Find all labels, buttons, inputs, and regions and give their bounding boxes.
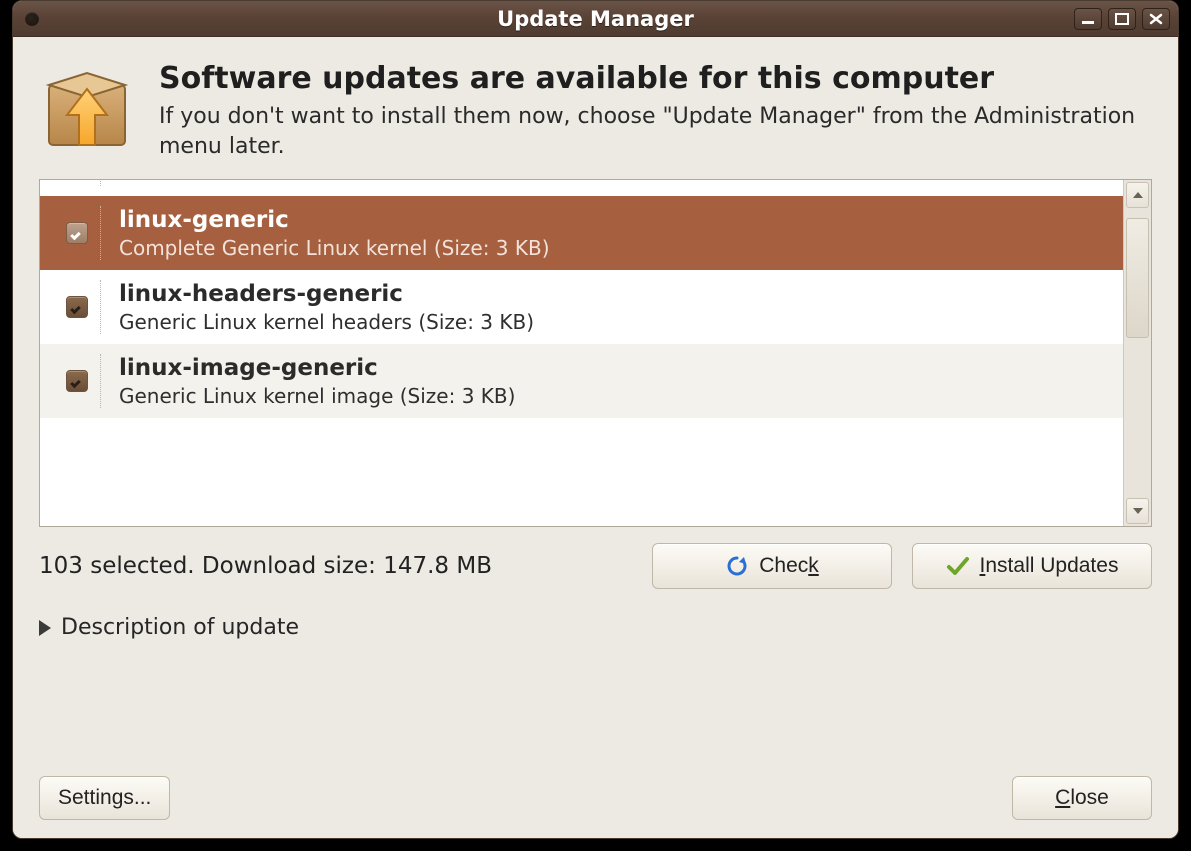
row-divider [100,280,101,334]
update-row[interactable]: linux-genericComplete Generic Linux kern… [40,196,1123,270]
window-title: Update Manager [13,7,1178,31]
package-description: Generic Linux kernel image (Size: 3 KB) [119,384,1113,408]
header-text: Software updates are available for this … [159,61,1152,161]
close-button-label: Close [1055,786,1109,810]
update-text-col: linux-headers-genericGeneric Linux kerne… [119,280,1113,334]
footer: Settings... Close [39,776,1152,820]
scrollbar-thumb[interactable] [1126,218,1149,338]
package-update-icon [39,61,135,157]
update-text-col: linux-genericComplete Generic Linux kern… [119,206,1113,260]
close-button-mnemonic: C [1055,786,1070,809]
window-menu-dot[interactable] [25,12,39,26]
update-row[interactable]: linux-image-genericGeneric Linux kernel … [40,344,1123,418]
description-expander[interactable]: Description of update [39,615,1152,640]
check-button[interactable]: Check [652,543,892,589]
update-manager-window: Update Manager [12,0,1179,839]
settings-button[interactable]: Settings... [39,776,170,820]
update-checkbox-col [54,296,100,318]
update-text-col: linux-image-genericGeneric Linux kernel … [119,354,1113,408]
update-row[interactable]: Samba winbind client library (Size: 101 … [40,180,1123,196]
expander-label: Description of update [61,615,299,640]
header: Software updates are available for this … [39,61,1152,161]
minimize-button[interactable] [1074,8,1102,30]
update-row[interactable]: linux-headers-genericGeneric Linux kerne… [40,270,1123,344]
package-description: Generic Linux kernel headers (Size: 3 KB… [119,310,1113,334]
vertical-scrollbar[interactable] [1123,180,1151,526]
update-list: Samba winbind client library (Size: 101 … [39,179,1152,527]
settings-button-label: Settings... [58,786,151,810]
scrollbar-track[interactable] [1126,210,1149,496]
package-name: linux-headers-generic [119,280,1113,310]
header-heading: Software updates are available for this … [159,61,1152,96]
window-body: Software updates are available for this … [13,37,1178,838]
expander-triangle-icon [39,620,51,636]
close-button[interactable]: Close [1012,776,1152,820]
check-button-mnemonic: k [808,554,819,577]
row-divider [100,354,101,408]
apply-icon [946,554,970,578]
action-row: 103 selected. Download size: 147.8 MB Ch… [39,543,1152,589]
window-controls [1074,8,1178,30]
header-subtext: If you don't want to install them now, c… [159,102,1152,161]
titlebar[interactable]: Update Manager [13,1,1178,37]
install-button-label: Install Updates [980,554,1119,578]
package-name: linux-image-generic [119,354,1113,384]
update-list-viewport[interactable]: Samba winbind client library (Size: 101 … [40,180,1123,526]
update-checkbox[interactable] [66,370,88,392]
scroll-down-button[interactable] [1126,498,1149,524]
package-name: linux-generic [119,206,1113,236]
row-divider [100,206,101,260]
status-text: 103 selected. Download size: 147.8 MB [39,553,632,579]
update-checkbox[interactable] [66,222,88,244]
refresh-icon [725,554,749,578]
row-divider [100,180,101,186]
close-window-button[interactable] [1142,8,1170,30]
scroll-up-button[interactable] [1126,182,1149,208]
install-updates-button[interactable]: Install Updates [912,543,1152,589]
update-checkbox-col [54,222,100,244]
install-button-mnemonic: I [980,554,986,577]
update-checkbox-col [54,370,100,392]
maximize-button[interactable] [1108,8,1136,30]
update-checkbox[interactable] [66,296,88,318]
check-button-label: Check [759,554,819,578]
package-description: Complete Generic Linux kernel (Size: 3 K… [119,236,1113,260]
